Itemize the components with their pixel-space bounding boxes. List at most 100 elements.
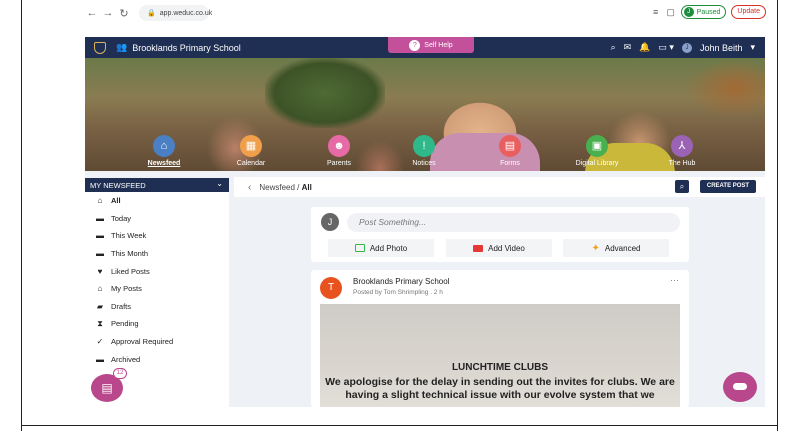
calendar-icon: ▬ xyxy=(96,213,104,223)
address-bar[interactable]: 🔒 app.weduc.co.uk xyxy=(139,5,212,21)
update-button[interactable]: Update xyxy=(731,5,766,19)
school-crest-icon[interactable] xyxy=(94,41,106,54)
app-header: 👥 Brooklands Primary School ? Self Help … xyxy=(85,37,765,58)
sidebar-item-this-month[interactable]: ▬ This Month xyxy=(85,245,229,263)
nav-label: The Hub xyxy=(668,160,696,167)
nav-notices[interactable]: ! Notices xyxy=(389,135,459,167)
home-icon: ⌂ xyxy=(97,196,103,206)
sidebar-item-drafts[interactable]: ▰ Drafts xyxy=(85,298,229,316)
breadcrumb-separator: / xyxy=(297,182,300,192)
frame-right-border xyxy=(777,0,778,431)
sidebar-item-all[interactable]: ⌂ All xyxy=(85,192,229,210)
magic-wand-icon: ✦ xyxy=(591,242,600,254)
nav-forms[interactable]: ▤ Forms xyxy=(475,135,545,167)
nav-digital-library[interactable]: ▣ Digital Library xyxy=(562,135,632,167)
profile-button[interactable]: J Paused xyxy=(680,5,727,19)
browser-toolbar: ← → ↻ 🔒 app.weduc.co.uk ≡ ▢ J Paused Upd… xyxy=(83,0,768,26)
post-image-body: We apologise for the delay in sending ou… xyxy=(325,376,675,401)
sidebar-item-this-week[interactable]: ▬ This Week xyxy=(85,227,229,245)
sidebar-item-my-posts[interactable]: ⌂ My Posts xyxy=(85,280,229,298)
advanced-label: Advanced xyxy=(604,243,641,253)
photo-icon xyxy=(354,244,365,252)
calendar-icon: ▦ xyxy=(240,135,262,157)
back-icon[interactable]: ← xyxy=(85,7,99,19)
notification-badge: 12 xyxy=(113,368,127,379)
nav-parents[interactable]: ☻ Parents xyxy=(304,135,374,167)
add-video-button[interactable]: Add Video xyxy=(446,239,552,257)
post-image-title: LUNCHTIME CLUBS xyxy=(451,362,549,373)
library-icon: ▣ xyxy=(586,135,608,157)
sidebar-item-archived[interactable]: ▬ Archived xyxy=(85,350,229,368)
sidebar-item-label: Archived xyxy=(111,354,141,364)
advanced-button[interactable]: ✦ Advanced xyxy=(563,239,669,257)
breadcrumb-current: All xyxy=(301,182,312,192)
bell-icon[interactable]: 🔔 xyxy=(639,42,650,53)
breadcrumb-root[interactable]: Newsfeed xyxy=(259,183,295,192)
more-options-icon[interactable]: ··· xyxy=(670,275,679,285)
post-meta: Posted by Tom Shrimpling . 2 h xyxy=(353,289,443,296)
search-icon[interactable]: ⌕ xyxy=(611,42,616,53)
folder-icon: ▰ xyxy=(96,301,104,311)
nav-label: Digital Library xyxy=(575,160,619,167)
archive-icon: ▬ xyxy=(96,354,104,364)
chevron-down-icon: ⌄ xyxy=(216,179,223,188)
search-button[interactable]: ⌕ xyxy=(675,180,689,193)
add-photo-button[interactable]: Add Photo xyxy=(328,239,434,257)
sidebar-item-label: Pending xyxy=(111,319,139,329)
nav-the-hub[interactable]: ⅄ The Hub xyxy=(647,135,717,167)
sidebar-item-approval-required[interactable]: ✓ Approval Required xyxy=(85,333,229,351)
chat-icon: ? xyxy=(409,39,421,51)
url-text: app.weduc.co.uk xyxy=(159,9,213,17)
reload-icon[interactable]: ↻ xyxy=(117,7,131,20)
profile-avatar: J xyxy=(683,7,694,17)
nav-label: Newsfeed xyxy=(147,160,181,167)
sidebar-item-label: Liked Posts xyxy=(111,266,150,276)
sidebar-item-label: Today xyxy=(111,213,132,223)
frame-left-border xyxy=(21,0,22,431)
add-photo-label: Add Photo xyxy=(369,243,408,253)
people-icon: ☻ xyxy=(328,135,350,157)
reading-list-icon[interactable]: ≡ xyxy=(651,7,661,17)
chat-fab-button[interactable] xyxy=(723,372,757,402)
sidebar-item-label: Approval Required xyxy=(111,337,174,347)
self-help-label: Self Help xyxy=(424,41,453,49)
home-icon: ⌂ xyxy=(97,284,103,294)
sidebar-item-today[interactable]: ▬ Today xyxy=(85,210,229,228)
add-video-label: Add Video xyxy=(488,243,525,253)
side-panel-icon[interactable]: ▢ xyxy=(666,7,676,17)
create-post-button[interactable]: CREATE POST xyxy=(700,180,756,193)
school-name[interactable]: Brooklands Primary School xyxy=(132,43,241,53)
post-composer: J Post Something... Add Photo Add Video … xyxy=(311,207,689,262)
hub-icon: ⅄ xyxy=(671,135,693,157)
home-icon: ⌂ xyxy=(153,135,175,157)
avatar: T xyxy=(320,277,342,299)
newsfeed-sidebar: MY NEWSFEED ⌄ ⌂ All ▬ Today ▬ This Week … xyxy=(85,178,229,407)
mail-icon[interactable]: ✉ xyxy=(624,42,632,53)
browser-actions: ≡ ▢ J Paused Update xyxy=(651,5,766,19)
avatar[interactable]: J xyxy=(681,42,692,53)
chevron-down-icon[interactable]: ▾ xyxy=(750,42,755,53)
people-icon: 👥 xyxy=(116,42,128,52)
avatar: J xyxy=(321,213,339,231)
nav-calendar[interactable]: ▦ Calendar xyxy=(216,135,286,167)
nav-newsfeed[interactable]: ⌂ Newsfeed xyxy=(129,131,199,173)
calendar-icon: ▬ xyxy=(96,231,104,241)
lock-icon: 🔒 xyxy=(147,10,156,17)
forward-icon[interactable]: → xyxy=(101,7,115,19)
post-image[interactable]: LUNCHTIME CLUBS We apologise for the del… xyxy=(320,304,680,407)
breadcrumb: Newsfeed / All xyxy=(259,183,312,192)
card-icon[interactable]: ▭ ▾ xyxy=(658,42,674,53)
post-author[interactable]: Brooklands Primary School xyxy=(353,277,449,286)
sidebar-title: MY NEWSFEED xyxy=(90,180,146,190)
sidebar-item-pending[interactable]: ⧗ Pending xyxy=(85,315,229,333)
chevron-left-icon[interactable]: ‹ xyxy=(248,182,251,193)
check-icon: ✓ xyxy=(96,337,104,347)
frame-bottom-border xyxy=(21,425,778,426)
sidebar-item-label: Drafts xyxy=(111,301,132,311)
self-help-button[interactable]: ? Self Help xyxy=(388,37,474,53)
sidebar-header[interactable]: MY NEWSFEED ⌄ xyxy=(85,178,229,192)
nav-label: Notices xyxy=(412,160,436,167)
post-input[interactable]: Post Something... xyxy=(347,213,680,232)
sidebar-item-liked-posts[interactable]: ♥ Liked Posts xyxy=(85,262,229,280)
user-name[interactable]: John Beith xyxy=(700,43,743,53)
